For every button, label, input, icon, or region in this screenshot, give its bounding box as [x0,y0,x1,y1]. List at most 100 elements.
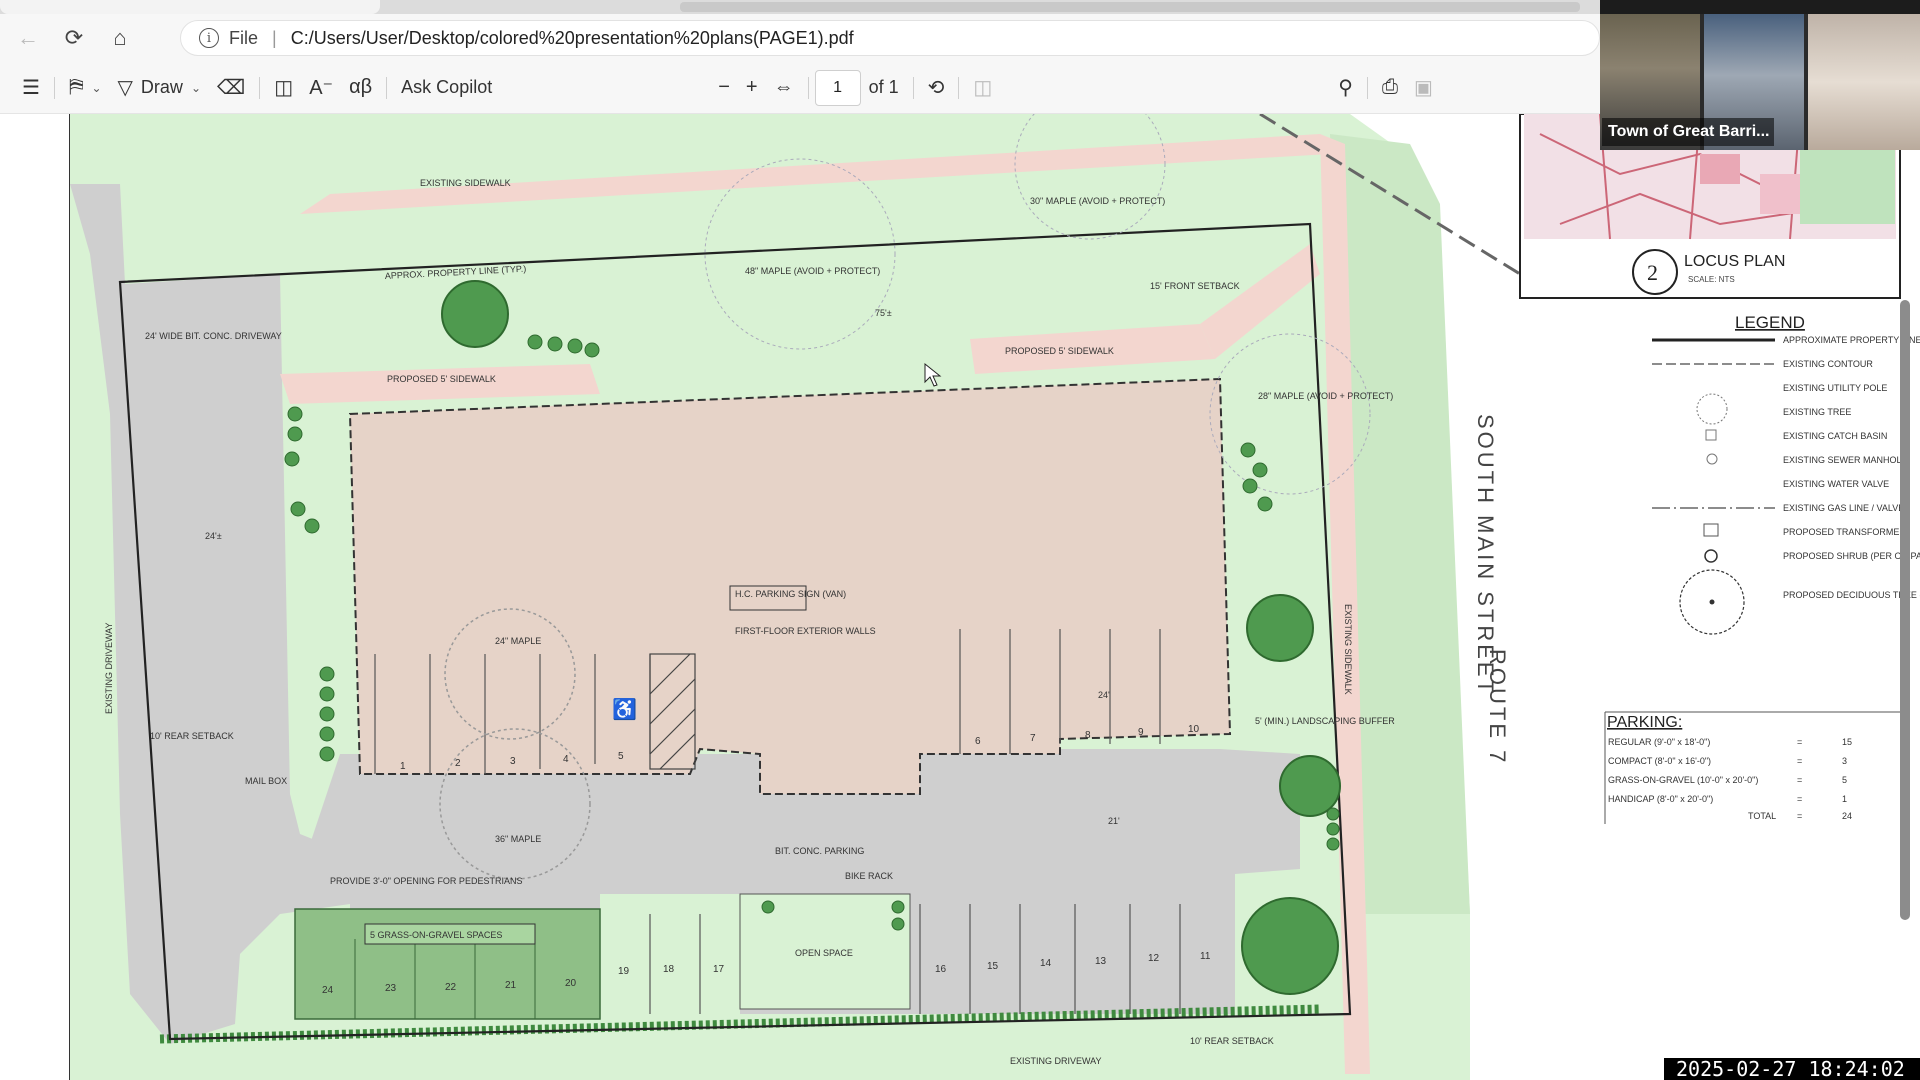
zoom-out-button[interactable]: − [710,70,738,106]
label-first-floor: FIRST-FLOOR EXTERIOR WALLS [735,626,876,636]
svg-text:2: 2 [455,758,461,769]
label-dim-24-left: 24'± [205,531,222,541]
translate-icon: αβ [349,76,373,98]
zoom-in-button[interactable]: + [738,70,766,106]
active-tab[interactable] [0,0,380,14]
label-maple-low: 36" MAPLE [495,834,541,844]
toolbar-divider [912,76,914,99]
legend-item: EXISTING CONTOUR [1783,359,1873,369]
plus-icon: + [745,76,758,98]
svg-text:6: 6 [975,736,981,747]
printer-icon: ⎙ [1381,76,1398,98]
label-fence-opening: PROVIDE 3'-0" OPENING FOR PEDESTRIANS [330,876,522,886]
label-existing-driveway-bottom: EXISTING DRIVEWAY [1010,1056,1102,1066]
svg-text:19: 19 [618,966,630,977]
toolbar-divider [386,76,388,99]
svg-text:15: 15 [987,961,999,972]
chevron-down-icon: ⌄ [190,80,201,95]
svg-text:=: = [1797,811,1802,821]
label-maple-top-right: 30" MAPLE (AVOID + PROTECT) [1030,196,1165,206]
label-parking-sign: H.C. PARKING SIGN (VAN) [735,589,846,599]
recording-timestamp: 2025-02-27 18:24:02 [1664,1058,1920,1080]
read-aloud-icon: A⁻ [309,77,334,99]
site-plan-drawing: ♿ EXISTING SIDEWALK APPROX. PROPERTY LIN… [69,114,1920,1080]
label-dim-21: 21' [1108,816,1120,826]
label-bike-rack: BIKE RACK [845,871,893,881]
label-existing-sidewalk-right: EXISTING SIDEWALK [1343,604,1353,695]
label-wide-driveway: 24' WIDE BIT. CONC. DRIVEWAY [145,331,282,341]
read-aloud-button[interactable]: A⁻ [301,70,341,106]
svg-text:GRASS-ON-GRAVEL (10'-0" x 20'-: GRASS-ON-GRAVEL (10'-0" x 20'-0") [1608,775,1758,785]
page-number-input[interactable]: 1 [814,69,861,106]
svg-text:20: 20 [565,978,577,989]
parking-table-title: PARKING: [1607,714,1682,731]
legend-item: PROPOSED TRANSFORMER [1783,527,1906,537]
screen: ← ⟳ ⌂ i File | C:/Users/User/Desktop/col… [0,0,1920,1080]
fit-width-icon: ⇔ [773,76,794,98]
print-button[interactable]: ⎙ [1374,70,1406,106]
minus-icon: − [718,76,730,98]
tab-strip [0,0,1600,14]
video-call-overlay[interactable]: Town of Great Barri... [1600,0,1920,150]
pen-icon: ▽ [117,77,133,99]
svg-text:24: 24 [322,985,334,996]
info-icon[interactable]: i [199,28,219,48]
pdf-document-area[interactable]: ♿ EXISTING SIDEWALK APPROX. PROPERTY LIN… [0,114,1920,1080]
toolbar-divider [53,76,55,99]
erase-button[interactable]: ⌫ [209,70,253,106]
toolbar-divider [259,76,261,99]
page-view-button[interactable]: ◫ [266,70,301,106]
label-open-space: OPEN SPACE [795,948,853,958]
url-text[interactable]: C:/Users/User/Desktop/colored%20presenta… [291,28,854,49]
rotate-button[interactable]: ⟲ [920,70,953,106]
label-bit-conc-parking: BIT. CONC. PARKING [775,846,864,856]
address-bar[interactable]: i File | C:/Users/User/Desktop/colored%2… [180,20,1600,56]
fit-width-button[interactable]: ⇔ [766,70,802,106]
draw-button[interactable]: ▽ Draw ⌄ [110,70,209,106]
navigation-bar: ← ⟳ ⌂ i File | C:/Users/User/Desktop/col… [0,14,1600,62]
svg-text:8: 8 [1085,730,1091,741]
save-icon: ▣ [1413,77,1433,99]
legend: LEGEND APPROXIMATE PROPERTY LINE EXISTIN… [1652,313,1920,635]
contents-button[interactable]: ☰ [14,70,48,106]
svg-text:21: 21 [505,980,517,991]
pdf-toolbar: ☰ ⛿ ⌄ ▽ Draw ⌄ ⌫ ◫ A⁻ αβ Ask Copilot − + ⇔ … [0,62,1600,114]
two-page-icon: ◫ [973,77,993,99]
participant-video-tile[interactable] [1808,14,1920,150]
label-existing-driveway-left: EXISTING DRIVEWAY [104,622,114,714]
label-maple-top: 48" MAPLE (AVOID + PROTECT) [745,266,880,276]
svg-text:COMPACT (8'-0" x 16'-0"): COMPACT (8'-0" x 16'-0") [1608,756,1711,766]
label-mail-box: MAIL BOX [245,776,287,786]
reload-icon[interactable]: ⟳ [56,20,92,56]
svg-text:18: 18 [663,964,675,975]
svg-text:7: 7 [1030,733,1036,744]
toolbar-divider [1366,76,1368,99]
svg-text:16: 16 [935,964,947,975]
svg-text:22: 22 [445,982,457,993]
two-page-button[interactable]: ◫ [965,70,1000,106]
svg-text:10: 10 [1188,724,1200,735]
video-call-top-bar [1600,0,1920,14]
svg-text:15: 15 [1842,737,1852,747]
svg-text:=: = [1797,794,1802,804]
svg-text:24: 24 [1842,811,1852,821]
legend-item: EXISTING UTILITY POLE [1783,383,1887,393]
svg-text:=: = [1797,756,1802,766]
home-icon[interactable]: ⌂ [102,20,138,56]
back-arrow-icon[interactable]: ← [10,20,46,56]
url-separator: | [272,27,277,48]
highlight-button[interactable]: ⛿ ⌄ [61,70,110,106]
url-scheme-label: File [229,27,259,48]
svg-text:1: 1 [1842,794,1847,804]
ask-copilot-button[interactable]: Ask Copilot [393,70,500,106]
save-button[interactable]: ▣ [1406,70,1441,106]
label-landscaping-buffer: 5' (MIN.) LANDSCAPING BUFFER [1255,716,1395,726]
search-button[interactable]: ⚲ [1330,70,1361,106]
svg-text:=: = [1797,737,1802,747]
label-dim-24: 24' [1098,690,1110,700]
parking-table: PARKING: REGULAR (9'-0" x 18'-0") = 15 COM… [1604,711,1900,824]
locus-scale: SCALE: NTS [1688,275,1735,284]
translate-button[interactable]: αβ [341,70,380,106]
svg-text:4: 4 [563,754,569,765]
scrollbar-thumb[interactable] [1900,300,1910,920]
